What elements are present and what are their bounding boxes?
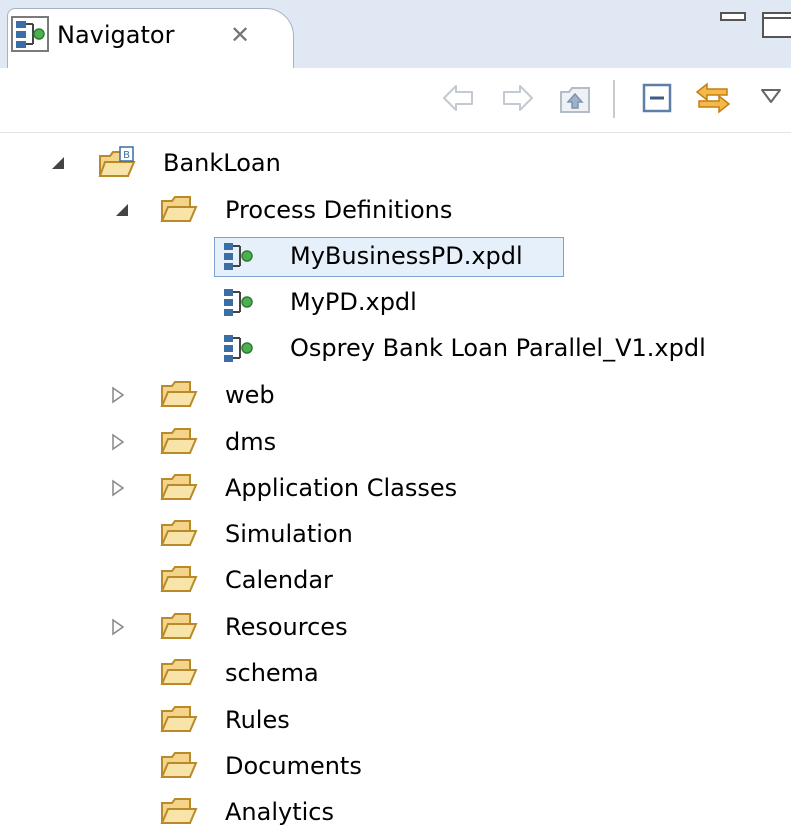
tree-item-folder-rules[interactable]: Rules (0, 699, 791, 743)
minimize-icon[interactable] (718, 10, 750, 36)
svg-text:B: B (123, 150, 130, 161)
process-definition-icon (224, 243, 253, 270)
expanded-twisty-icon[interactable] (112, 198, 132, 222)
back-arrow-icon[interactable] (438, 76, 478, 120)
collapsed-twisty-icon[interactable] (108, 383, 128, 407)
project-folder-icon: B (98, 146, 136, 177)
tree-item-label: web (225, 381, 275, 409)
tree-item-folder-analytics[interactable]: Analytics (0, 791, 791, 835)
tree-item-xpdl-file[interactable]: MyBusinessPD.xpdl (0, 235, 791, 279)
folder-open-icon (160, 706, 198, 732)
tree-item-label: MyPD.xpdl (290, 288, 417, 316)
tree-item-label: Rules (225, 706, 290, 734)
folder-open-icon (160, 381, 198, 407)
folder-open-icon (160, 613, 198, 639)
folder-open-icon (160, 752, 198, 778)
folder-open-icon (160, 474, 198, 500)
view-header: Navigator ✕ (0, 0, 791, 70)
tree-item-label: Calendar (225, 566, 333, 594)
folder-open-icon (160, 196, 198, 222)
folder-open-icon (160, 798, 198, 824)
tree-item-label: Osprey Bank Loan Parallel_V1.xpdl (290, 334, 706, 362)
tree-item-folder-simulation[interactable]: Simulation (0, 513, 791, 557)
tree-item-label: Process Definitions (225, 196, 453, 224)
process-definition-icon (11, 16, 49, 52)
navigator-tab[interactable]: Navigator ✕ (7, 8, 294, 70)
collapse-all-icon[interactable] (637, 76, 677, 120)
tree-item-label: MyBusinessPD.xpdl (290, 242, 523, 270)
forward-arrow-icon[interactable] (498, 76, 538, 120)
tree-item-process-definitions[interactable]: Process Definitions (0, 189, 791, 233)
process-definition-icon (224, 335, 253, 362)
tree-item-folder-schema[interactable]: schema (0, 652, 791, 696)
tree-item-label: dms (225, 428, 277, 456)
folder-open-icon (160, 428, 198, 454)
tree-item-label: Analytics (225, 798, 334, 826)
folder-open-icon (160, 659, 198, 685)
process-definition-icon (224, 289, 253, 316)
tree-item-xpdl-file[interactable]: Osprey Bank Loan Parallel_V1.xpdl (0, 327, 791, 371)
tree-item-bankloan[interactable]: B BankLoan (0, 142, 791, 186)
up-folder-icon[interactable] (555, 76, 595, 120)
tab-label: Navigator (57, 21, 175, 49)
tree-item-label: BankLoan (163, 149, 281, 177)
tree-item-label: schema (225, 659, 319, 687)
navigator-view: Navigator ✕ B BankLoan Process Definitio… (0, 0, 791, 835)
maximize-icon[interactable] (760, 10, 791, 38)
view-toolbar (0, 68, 791, 133)
folder-open-icon (160, 520, 198, 546)
collapsed-twisty-icon[interactable] (108, 615, 128, 639)
tree-item-folder-application-classes[interactable]: Application Classes (0, 467, 791, 511)
folder-open-icon (160, 566, 198, 592)
tree-item-label: Simulation (225, 520, 353, 548)
tree-item-folder-documents[interactable]: Documents (0, 745, 791, 789)
close-icon[interactable]: ✕ (230, 21, 250, 49)
tree-item-folder-dms[interactable]: dms (0, 421, 791, 465)
tree-item-folder-calendar[interactable]: Calendar (0, 559, 791, 603)
collapsed-twisty-icon[interactable] (108, 430, 128, 454)
tree-item-label: Resources (225, 613, 348, 641)
tree-item-folder-web[interactable]: web (0, 374, 791, 418)
view-menu-icon[interactable] (752, 76, 791, 120)
expanded-twisty-icon[interactable] (48, 151, 68, 175)
link-with-editor-icon[interactable] (693, 76, 733, 120)
tree-item-label: Documents (225, 752, 362, 780)
tree-item-label: Application Classes (225, 474, 458, 502)
toolbar-separator (613, 80, 615, 118)
collapsed-twisty-icon[interactable] (108, 476, 128, 500)
tree-item-xpdl-file[interactable]: MyPD.xpdl (0, 281, 791, 325)
tree-item-folder-resources[interactable]: Resources (0, 606, 791, 650)
